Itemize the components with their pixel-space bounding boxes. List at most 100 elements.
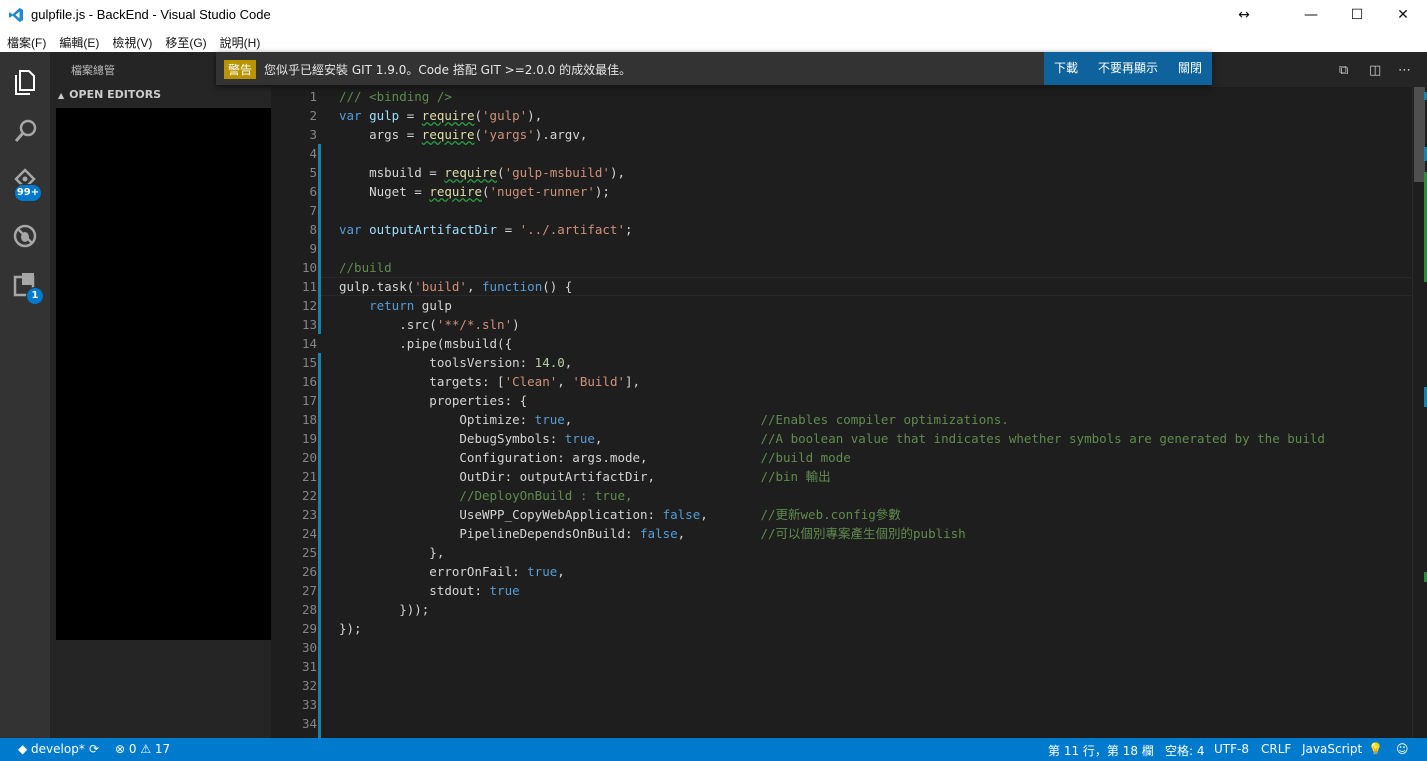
window-title: gulpfile.js - BackEnd - Visual Studio Co… [31, 7, 271, 22]
code-line[interactable]: })); [339, 600, 1427, 619]
encoding[interactable]: UTF-8 [1214, 742, 1249, 756]
code-token: , [564, 412, 761, 427]
line-ending[interactable]: CRLF [1261, 742, 1291, 756]
code-token: ( [474, 127, 483, 142]
maximize-button[interactable]: ☐ [1334, 0, 1380, 31]
line-number: 29 [301, 621, 317, 636]
scrollbar-thumb[interactable] [1414, 87, 1425, 182]
extensions-activity[interactable]: 1 [0, 261, 50, 311]
git-branch-icon: ◆ [18, 742, 32, 756]
code-line[interactable]: Nuget = require('nuget-runner'); [339, 182, 1427, 201]
code-token: //build mode [760, 450, 851, 465]
code-line[interactable] [339, 201, 1427, 220]
minimize-button[interactable]: — [1288, 0, 1334, 31]
line-number: 28 [301, 602, 317, 617]
code-lines[interactable]: /// <binding /> var gulp = require('gulp'… [339, 87, 1427, 738]
code-line[interactable]: return gulp [339, 296, 1427, 315]
sync-icon[interactable]: ⟳ [89, 742, 99, 756]
code-line[interactable]: gulp.task('build', function() { [339, 277, 1427, 296]
code-token: require [421, 108, 475, 123]
code-line[interactable]: properties: { [339, 391, 1427, 410]
lightbulb-icon[interactable]: 💡 [1368, 742, 1383, 756]
warning-icon: ⚠ [136, 742, 155, 756]
vertical-scrollbar[interactable] [1412, 87, 1427, 738]
git-activity[interactable]: 99+ [0, 156, 50, 206]
code-editor[interactable]: 1 2 3 4 5 6 7 8 9 10 11 12 13 14 15 16 17 18 19 20 21 22 23 24 2… [271, 87, 1427, 738]
code-line[interactable]: //DeployOnBuild : true, [339, 486, 1427, 505]
code-token: require [421, 127, 475, 142]
code-line[interactable]: toolsVersion: 14.0, [339, 353, 1427, 372]
cursor-position[interactable]: 第 11 行，第 18 欄 [1048, 742, 1154, 759]
code-line[interactable]: UseWPP_CopyWebApplication: false, //更新we… [339, 505, 1427, 524]
code-token: Configuration: args.mode, [339, 450, 761, 465]
code-token: Nuget = [339, 184, 430, 199]
code-token: })); [339, 602, 430, 617]
code-line[interactable]: }); [339, 619, 1427, 638]
code-line[interactable]: msbuild = require('gulp-msbuild'), [339, 163, 1427, 182]
code-line[interactable]: OutDir: outputArtifactDir, //bin 輸出 [339, 467, 1427, 486]
line-number: 22 [301, 488, 317, 503]
code-token: //DeployOnBuild : true, [459, 488, 633, 503]
close-button[interactable]: ✕ [1380, 0, 1426, 31]
line-number-gutter: 1 2 3 4 5 6 7 8 9 10 11 12 13 14 15 16 17 18 19 20 21 22 23 24 2… [271, 87, 317, 738]
vscode-logo-icon [9, 8, 23, 22]
code-line[interactable] [339, 714, 1427, 733]
menu-goto[interactable]: 移至(G) [158, 31, 212, 51]
menu-bar: 檔案(F) 編輯(E) 檢視(V) 移至(G) 說明(H) [0, 31, 1427, 53]
code-line[interactable]: //build [339, 258, 1427, 277]
code-line[interactable] [339, 676, 1427, 695]
language-mode[interactable]: JavaScript [1302, 742, 1362, 756]
open-editors-label: OPEN EDITORS [69, 88, 162, 101]
download-button[interactable]: 下載 [1044, 52, 1088, 85]
branch-item[interactable]: ◆ develop* [18, 742, 85, 756]
code-line[interactable] [339, 239, 1427, 258]
code-token: , [594, 431, 761, 446]
code-token: false [662, 507, 701, 522]
problems-item[interactable]: ⊗ 0 ⚠ 17 [115, 742, 170, 756]
code-line[interactable]: errorOnFail: true, [339, 562, 1427, 581]
search-activity[interactable] [0, 106, 50, 156]
code-line[interactable]: var gulp = require('gulp'), [339, 106, 1427, 125]
debug-activity[interactable] [0, 211, 50, 261]
code-token: toolsVersion: [339, 355, 535, 370]
code-line[interactable]: Optimize: true, //Enables compiler optim… [339, 410, 1427, 429]
dont-show-again-button[interactable]: 不要再顯示 [1088, 52, 1168, 85]
code-token: 'yargs' [482, 127, 535, 142]
open-editors-header[interactable]: ▲ OPEN EDITORS [58, 88, 161, 101]
code-line[interactable]: .pipe(msbuild({ [339, 334, 1427, 353]
code-token: //更新web.config參數 [760, 507, 901, 522]
code-line[interactable]: DebugSymbols: true, //A boolean value th… [339, 429, 1427, 448]
split-editor-icon[interactable]: ⧉ [1339, 63, 1348, 78]
code-line[interactable]: stdout: true [339, 581, 1427, 600]
close-notification-button[interactable]: 關閉 [1168, 52, 1212, 85]
code-line[interactable]: var outputArtifactDir = '../.artifact'; [339, 220, 1427, 239]
code-line[interactable] [339, 144, 1427, 163]
code-token: gulp.task( [339, 279, 415, 294]
warning-count: 17 [154, 742, 171, 756]
code-line[interactable]: /// <binding /> [339, 87, 1427, 106]
menu-file[interactable]: 檔案(F) [0, 31, 52, 51]
line-number: 9 [309, 241, 317, 256]
code-line[interactable] [339, 657, 1427, 676]
menu-help[interactable]: 說明(H) [213, 31, 267, 51]
code-token: .pipe(msbuild({ [339, 336, 513, 351]
code-line[interactable]: args = require('yargs').argv, [339, 125, 1427, 144]
explorer-activity[interactable] [0, 56, 50, 106]
code-line[interactable]: PipelineDependsOnBuild: false, //可以個別專案產… [339, 524, 1427, 543]
code-line[interactable]: Configuration: args.mode, //build mode [339, 448, 1427, 467]
menu-view[interactable]: 檢視(V) [105, 31, 158, 51]
code-line[interactable] [339, 638, 1427, 657]
menu-edit[interactable]: 編輯(E) [52, 31, 105, 51]
more-actions-icon[interactable]: ⋯ [1398, 63, 1411, 78]
toggle-layout-icon[interactable]: ◫ [1369, 63, 1381, 78]
code-token: , [677, 526, 761, 541]
indentation[interactable]: 空格: 4 [1165, 742, 1205, 759]
code-line[interactable]: }, [339, 543, 1427, 562]
code-line[interactable]: .src('**/*.sln') [339, 315, 1427, 334]
error-icon: ⊗ [115, 742, 129, 756]
code-line[interactable] [339, 695, 1427, 714]
code-token: , [466, 279, 483, 294]
code-token: = [399, 127, 422, 142]
code-line[interactable]: targets: ['Clean', 'Build'], [339, 372, 1427, 391]
feedback-smiley-icon[interactable]: ☺ [1396, 742, 1409, 756]
